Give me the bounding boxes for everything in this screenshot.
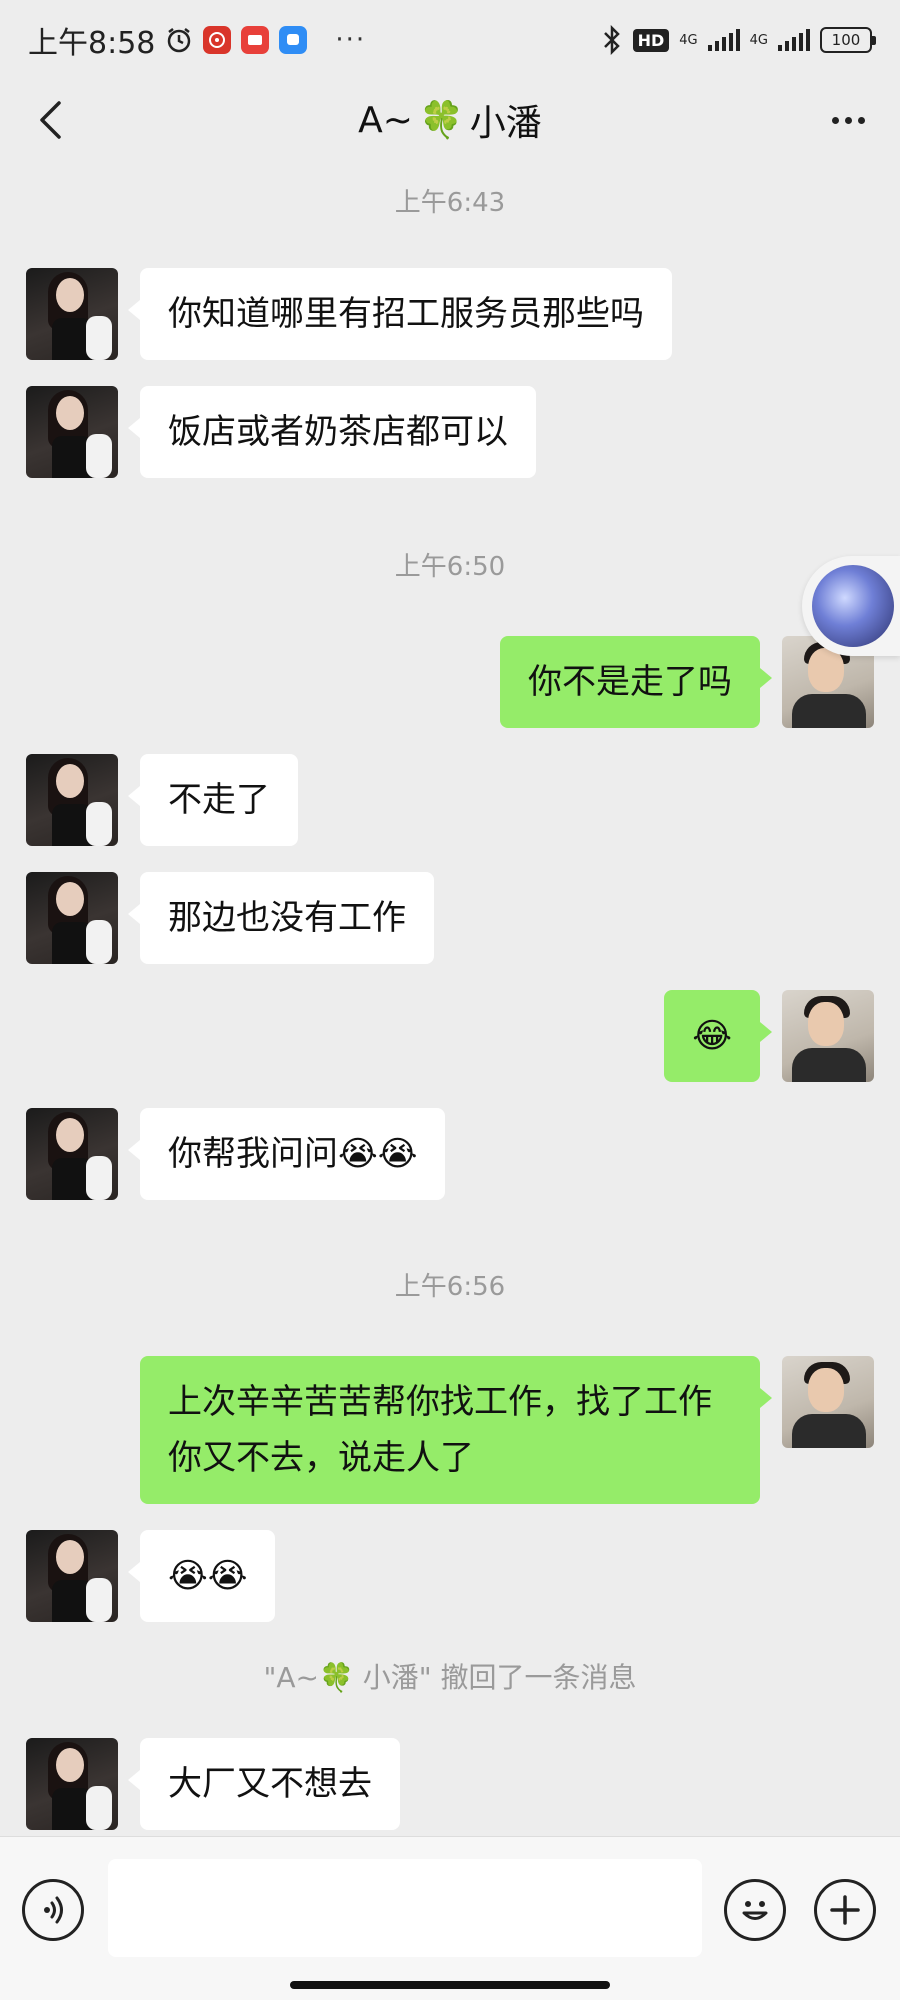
- dot-icon: [844, 116, 852, 124]
- chat-title: A~ 🍀 小潘: [358, 94, 542, 146]
- dot-icon: [831, 116, 839, 124]
- nav-bar: A~ 🍀 小潘: [0, 80, 900, 160]
- network-label-2: 4G: [749, 32, 768, 48]
- dot-icon: [857, 116, 865, 124]
- network-label-1: 4G: [679, 32, 698, 48]
- message-bubble[interactable]: 上次辛辛苦苦帮你找工作，找了工作你又不去，说走人了: [140, 1356, 772, 1504]
- timestamp: 上午6:43: [394, 188, 506, 218]
- my-avatar[interactable]: [782, 1356, 874, 1448]
- voice-button[interactable]: [22, 1879, 84, 1941]
- status-time: 上午8:58: [28, 26, 156, 61]
- signal-icon-2: [778, 29, 810, 51]
- input-bar: [0, 1836, 900, 2000]
- status-bar: 上午8:58 ··· HD 4G 4G 100: [0, 0, 900, 80]
- message-bubble[interactable]: 饭店或者奶茶店都可以: [128, 386, 536, 478]
- message-row: 😂: [664, 990, 874, 1082]
- contact-avatar[interactable]: [26, 268, 118, 360]
- message-row: 你帮我问问😭😭: [26, 1108, 446, 1200]
- message-row: 你知道哪里有招工服务员那些吗: [26, 268, 672, 360]
- contact-avatar[interactable]: [26, 1530, 118, 1622]
- contact-avatar[interactable]: [26, 1738, 118, 1830]
- message-bubble[interactable]: 😭😭: [127, 1530, 276, 1622]
- emoji-button[interactable]: [724, 1879, 786, 1941]
- message-bubble[interactable]: 你不是走了吗: [500, 636, 772, 728]
- message-row: 大厂又不想去: [26, 1738, 400, 1830]
- signal-icon-1: [707, 29, 740, 51]
- message-row: 你不是走了吗: [500, 636, 874, 728]
- timestamp: 上午6:50: [394, 552, 506, 582]
- hd-badge: HD: [632, 28, 670, 52]
- contact-avatar[interactable]: [26, 1108, 118, 1200]
- message-bubble[interactable]: 😂: [664, 990, 772, 1082]
- more-actions-button[interactable]: [814, 1879, 876, 1941]
- alarm-icon: [165, 26, 193, 54]
- message-row: 饭店或者奶茶店都可以: [26, 386, 536, 478]
- contact-avatar[interactable]: [26, 872, 118, 964]
- news-app-icon: [241, 26, 270, 54]
- message-bubble[interactable]: 那边也没有工作: [128, 872, 434, 964]
- status-left: 上午8:58 ···: [28, 18, 366, 62]
- voice-icon: [44, 1896, 63, 1924]
- message-bubble[interactable]: 你知道哪里有招工服务员那些吗: [128, 268, 672, 360]
- message-row: 那边也没有工作: [26, 872, 434, 964]
- recall-notice: "A~🍀 小潘" 撤回了一条消息: [263, 1661, 637, 1694]
- my-avatar[interactable]: [782, 990, 874, 1082]
- home-indicator[interactable]: [290, 1981, 610, 1989]
- message-app-icon: [279, 26, 308, 54]
- message-row: 😭😭: [26, 1530, 276, 1622]
- message-bubble[interactable]: 大厂又不想去: [128, 1738, 400, 1830]
- more-notifications-icon: ···: [335, 25, 367, 55]
- bluetooth-icon: [601, 25, 623, 55]
- message-row: 上次辛辛苦苦帮你找工作，找了工作你又不去，说走人了: [140, 1356, 874, 1504]
- music-app-icon: [203, 26, 232, 54]
- chat-area[interactable]: 上午6:43 你知道哪里有招工服务员那些吗 饭店或者奶茶店都可以 上午6:50 …: [0, 160, 900, 1836]
- clover-icon: 🍀: [418, 100, 464, 141]
- chat-title-prefix: A~: [358, 99, 413, 141]
- floating-window-thumbnail: [812, 565, 894, 647]
- battery-level: 100: [831, 31, 861, 49]
- message-input[interactable]: [108, 1859, 702, 1957]
- floating-window-bubble[interactable]: [802, 556, 900, 656]
- contact-avatar[interactable]: [26, 386, 118, 478]
- chat-title-name: 小潘: [469, 103, 542, 144]
- chevron-left-icon: [40, 101, 61, 139]
- message-row: 不走了: [26, 754, 298, 846]
- plus-icon: [830, 1895, 860, 1925]
- status-right: HD 4G 4G 100: [601, 25, 876, 55]
- emoji-icon: [742, 1901, 768, 1920]
- message-bubble[interactable]: 不走了: [128, 754, 298, 846]
- contact-avatar[interactable]: [26, 754, 118, 846]
- more-options-button[interactable]: [824, 98, 872, 142]
- battery-icon: 100: [820, 27, 876, 53]
- back-button[interactable]: [28, 98, 72, 142]
- timestamp: 上午6:56: [394, 1272, 506, 1302]
- message-bubble[interactable]: 你帮我问问😭😭: [127, 1108, 446, 1200]
